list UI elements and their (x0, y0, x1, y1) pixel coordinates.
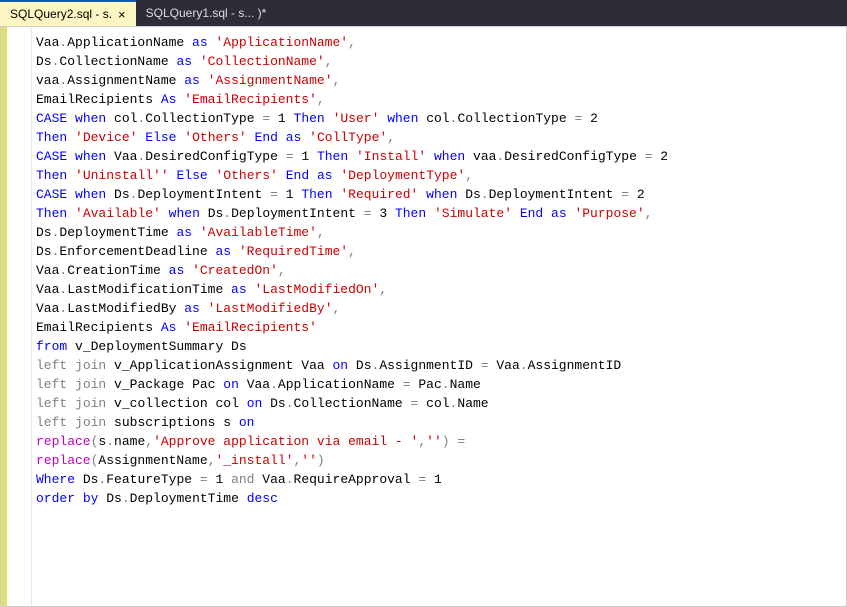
tab-label: SQLQuery1.sql - s... )* (146, 6, 267, 20)
change-indicator (1, 27, 7, 606)
tab-bar: SQLQuery2.sql - s. × SQLQuery1.sql - s..… (0, 0, 847, 26)
tab-label: SQLQuery2.sql - s. (10, 7, 112, 21)
editor: Vaa.ApplicationName as 'ApplicationName'… (0, 26, 847, 607)
code-area[interactable]: Vaa.ApplicationName as 'ApplicationName'… (32, 27, 846, 606)
close-icon[interactable]: × (118, 8, 126, 21)
gutter (1, 27, 32, 606)
tab-sqlquery1[interactable]: SQLQuery1.sql - s... )* (136, 0, 277, 26)
tab-sqlquery2[interactable]: SQLQuery2.sql - s. × (0, 0, 136, 26)
